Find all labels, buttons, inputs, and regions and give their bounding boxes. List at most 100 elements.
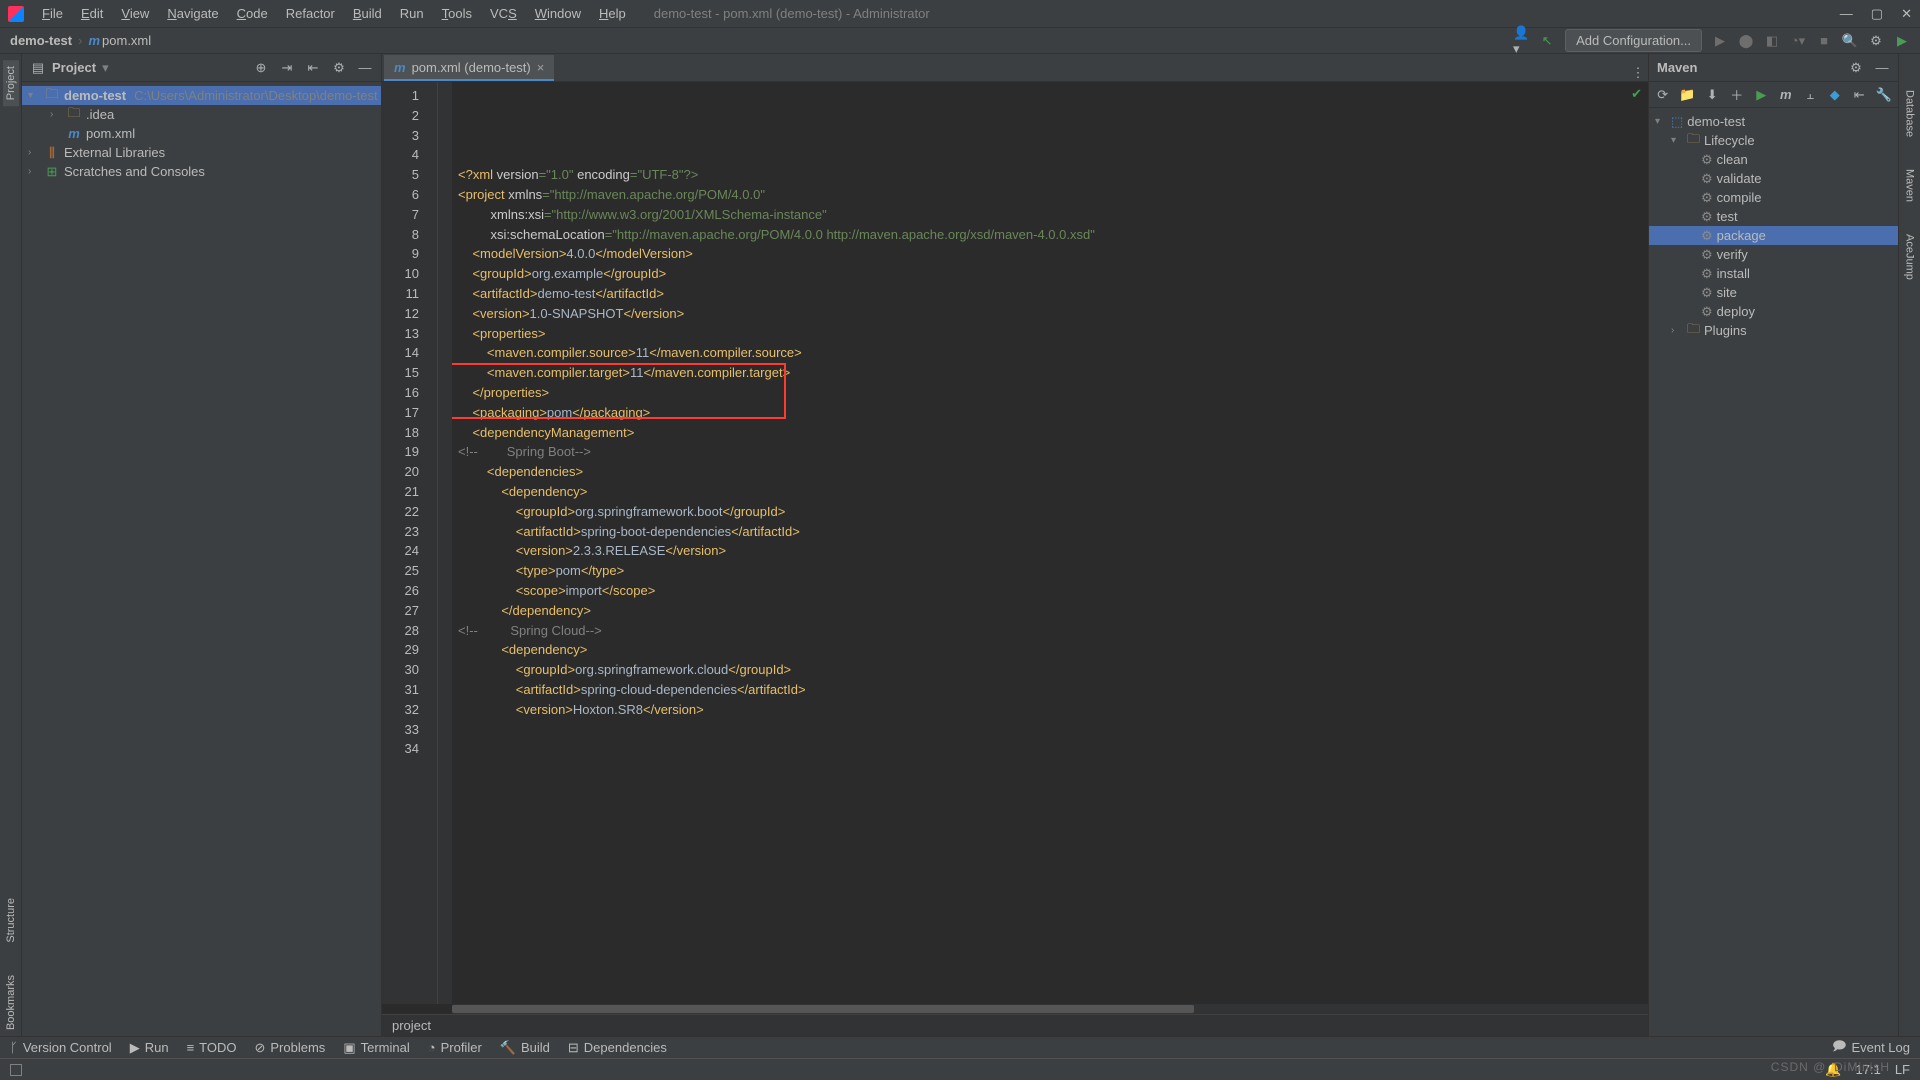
maven-m-icon[interactable]: m — [1778, 87, 1794, 103]
scrollbar-thumb[interactable] — [452, 1005, 1194, 1013]
tree-root[interactable]: ▾ 🗀 demo-test C:\Users\Administrator\Des… — [22, 86, 381, 105]
bottom-todo[interactable]: ≡TODO — [187, 1040, 237, 1055]
branch-icon: ᚴ — [10, 1040, 18, 1055]
bottom-run[interactable]: ▶Run — [130, 1040, 169, 1056]
stop-icon[interactable]: ■ — [1816, 33, 1832, 49]
bottom-terminal[interactable]: ▣Terminal — [343, 1040, 409, 1056]
maven-goal-verify[interactable]: ⚙verify — [1649, 245, 1898, 264]
maven-goal-test[interactable]: ⚙test — [1649, 207, 1898, 226]
code-area[interactable]: 1234567891011121314151617181920212223242… — [382, 82, 1648, 1004]
menu-window[interactable]: Window — [527, 3, 589, 24]
close-icon[interactable]: ✕ — [1901, 6, 1912, 22]
add-configuration-button[interactable]: Add Configuration... — [1565, 29, 1702, 52]
coverage-icon[interactable]: ◧ — [1764, 33, 1780, 49]
play-green-icon[interactable]: ▶ — [1894, 33, 1910, 49]
select-opened-icon[interactable]: ⊕ — [253, 60, 269, 76]
tree-root-path: C:\Users\Administrator\Desktop\demo-test — [134, 88, 377, 103]
left-tab-project[interactable]: Project — [3, 60, 19, 106]
gear-icon: ⚙ — [1701, 171, 1713, 187]
menu-refactor[interactable]: Refactor — [278, 3, 343, 24]
tree-scratches[interactable]: › ⊞ Scratches and Consoles — [22, 162, 381, 181]
user-icon[interactable]: 👤▾ — [1513, 33, 1529, 49]
right-tab-acejump[interactable]: AceJump — [1902, 228, 1918, 286]
code-source[interactable]: ✔ <?xml version="1.0" encoding="UTF-8"?>… — [452, 82, 1648, 1004]
bottom-version-control[interactable]: ᚴVersion Control — [10, 1040, 112, 1055]
collapse-icon[interactable]: ⇤ — [1852, 87, 1868, 103]
maven-goal-deploy[interactable]: ⚙deploy — [1649, 302, 1898, 321]
tree-idea-folder[interactable]: › 🗀 .idea — [22, 105, 381, 124]
maven-lifecycle[interactable]: ▾🗀Lifecycle — [1649, 131, 1898, 150]
maven-goal-label: test — [1717, 209, 1738, 224]
inspection-ok-icon[interactable]: ✔ — [1631, 84, 1642, 104]
horizontal-scrollbar[interactable] — [452, 1004, 1648, 1014]
run-maven-icon[interactable]: ▶ — [1754, 87, 1770, 103]
line-sep[interactable]: LF — [1895, 1062, 1910, 1077]
maven-goal-label: validate — [1717, 171, 1762, 186]
add-icon[interactable]: ＋ — [1729, 87, 1745, 103]
settings-icon[interactable]: 🔧 — [1876, 87, 1892, 103]
maven-goal-compile[interactable]: ⚙compile — [1649, 188, 1898, 207]
maximize-icon[interactable]: ▢ — [1871, 6, 1883, 22]
menu-help[interactable]: Help — [591, 3, 634, 24]
tree-external-libs[interactable]: › ⫼ External Libraries — [22, 143, 381, 162]
breadcrumb-footer[interactable]: project — [382, 1014, 1648, 1036]
settings-icon[interactable]: ⚙ — [1868, 33, 1884, 49]
build-hammer-icon[interactable]: ↖ — [1539, 33, 1555, 49]
bottom-profiler[interactable]: ◔Profiler — [428, 1040, 482, 1055]
right-tab-database[interactable]: Database — [1902, 84, 1918, 143]
bottom-build[interactable]: 🔨Build — [500, 1040, 550, 1056]
run-icon[interactable]: ▶ — [1712, 33, 1728, 49]
bottom-event-log[interactable]: 🗩Event Log — [1832, 1037, 1910, 1059]
left-tab-bookmarks[interactable]: Bookmarks — [3, 969, 19, 1036]
hide-panel-icon[interactable]: — — [357, 60, 373, 76]
maven-goal-package[interactable]: ⚙package — [1649, 226, 1898, 245]
generate-sources-icon[interactable]: 📁 — [1680, 87, 1696, 103]
breadcrumb-file[interactable]: pom.xml — [102, 33, 151, 48]
collapse-all-icon[interactable]: ⇤ — [305, 60, 321, 76]
profile-icon[interactable]: ◔▾ — [1790, 33, 1806, 49]
window-title: demo-test - pom.xml (demo-test) - Admini… — [654, 6, 930, 21]
tab-pom[interactable]: m pom.xml (demo-test) × — [384, 55, 554, 81]
maven-file-icon: m — [66, 126, 82, 141]
maven-goal-site[interactable]: ⚙site — [1649, 283, 1898, 302]
chevron-down-icon[interactable]: ▾ — [102, 60, 109, 76]
bottom-problems[interactable]: ⊘Problems — [254, 1040, 325, 1056]
minimize-icon[interactable]: — — [1840, 6, 1853, 22]
menu-build[interactable]: Build — [345, 3, 390, 24]
left-tab-structure[interactable]: Structure — [3, 892, 19, 949]
menu-view[interactable]: View — [113, 3, 157, 24]
maven-goal-clean[interactable]: ⚙clean — [1649, 150, 1898, 169]
bottom-dependencies[interactable]: ⊟Dependencies — [568, 1040, 667, 1056]
menu-edit[interactable]: Edit — [73, 3, 111, 24]
hide-panel-icon[interactable]: — — [1874, 60, 1890, 76]
main-area: Project Structure Bookmarks ▤ Project ▾ … — [0, 54, 1920, 1036]
breadcrumb-project[interactable]: demo-test — [10, 33, 72, 48]
tool-window-toggle-icon[interactable] — [10, 1064, 22, 1076]
reload-icon[interactable]: ⟳ — [1655, 87, 1671, 103]
expand-all-icon[interactable]: ⇥ — [279, 60, 295, 76]
gear-icon[interactable]: ⚙ — [1848, 60, 1864, 76]
menu-run[interactable]: Run — [392, 3, 432, 24]
toggle-offline-icon[interactable]: ⫠ — [1803, 87, 1819, 103]
right-tab-maven[interactable]: Maven — [1902, 163, 1918, 208]
maven-root[interactable]: ▾⬚demo-test — [1649, 112, 1898, 131]
menu-code[interactable]: Code — [229, 3, 276, 24]
maven-plugins[interactable]: ›🗀Plugins — [1649, 321, 1898, 340]
tabs-more-icon[interactable]: ⋮ — [1628, 65, 1648, 81]
download-icon[interactable]: ⬇ — [1705, 87, 1721, 103]
show-deps-icon[interactable]: ◆ — [1827, 87, 1843, 103]
debug-icon[interactable]: ⬤ — [1738, 33, 1754, 49]
gear-icon[interactable]: ⚙ — [331, 60, 347, 76]
maven-panel-title: Maven — [1657, 60, 1697, 75]
search-icon[interactable]: 🔍 — [1842, 33, 1858, 49]
menu-vcs[interactable]: VCS — [482, 3, 525, 24]
close-tab-icon[interactable]: × — [537, 60, 545, 75]
maven-goal-install[interactable]: ⚙install — [1649, 264, 1898, 283]
menu-file[interactable]: File — [34, 3, 71, 24]
maven-goal-validate[interactable]: ⚙ validate — [1649, 169, 1898, 188]
menu-navigate[interactable]: Navigate — [159, 3, 226, 24]
tree-pom-file[interactable]: m pom.xml — [22, 124, 381, 143]
menu-tools[interactable]: Tools — [434, 3, 480, 24]
warning-icon: ⊘ — [254, 1040, 265, 1056]
maven-goal-label: clean — [1717, 152, 1748, 167]
